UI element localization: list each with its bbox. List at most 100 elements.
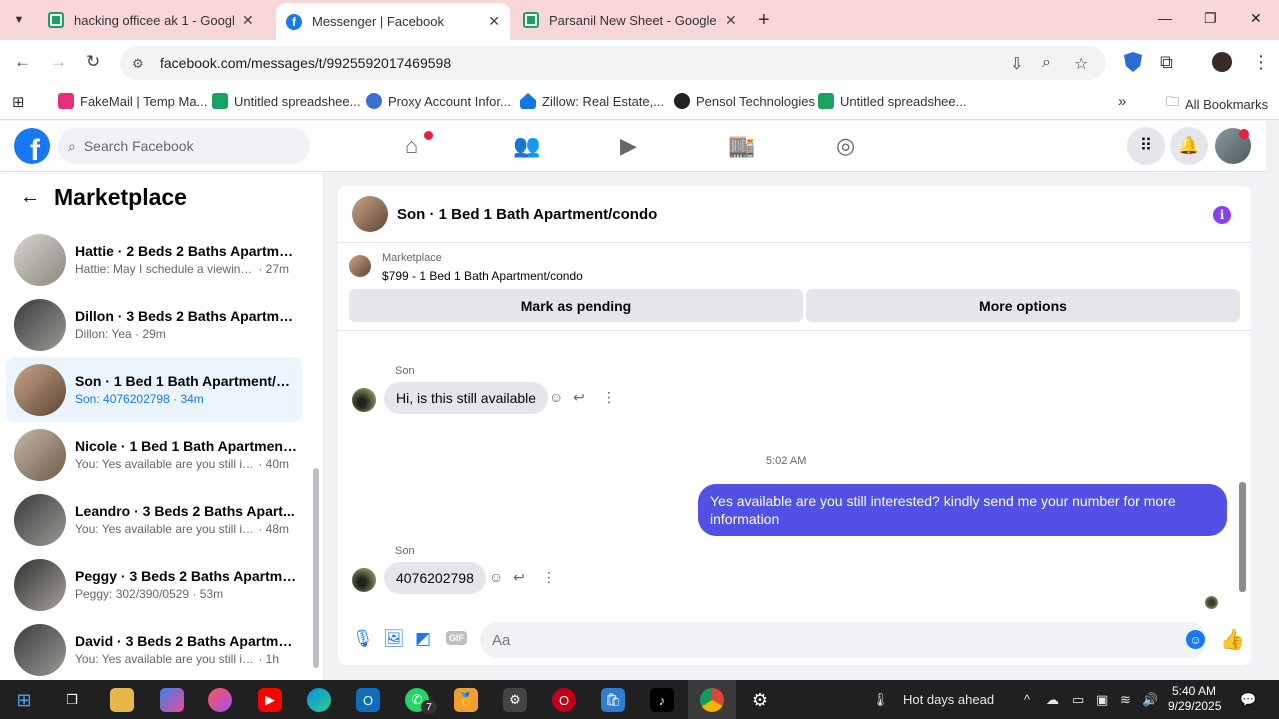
copilot-icon[interactable] — [160, 688, 184, 712]
conversation-item-active[interactable]: Son · 1 Bed 1 Bath Apartment/co... Son: … — [6, 357, 302, 422]
close-tab-icon[interactable]: ✕ — [725, 12, 737, 29]
tiktok-icon[interactable]: ♪ — [650, 688, 674, 712]
monitor-icon[interactable]: ▣ — [1096, 692, 1108, 708]
conversation-item[interactable]: David · 3 Beds 2 Baths Apartme... You: Y… — [6, 617, 302, 680]
store-icon[interactable]: 🛍 — [601, 688, 625, 712]
app-icon[interactable]: 🏅 — [454, 688, 478, 712]
back-arrow-icon[interactable]: ← — [20, 186, 40, 209]
page-scrollbar[interactable] — [1266, 121, 1279, 680]
listing-avatar[interactable] — [352, 196, 388, 232]
microphone-icon[interactable]: 🎙 — [352, 629, 374, 649]
photo-attach-icon[interactable]: 🖼 — [383, 629, 405, 649]
settings-gear-icon[interactable]: ⚙ — [748, 688, 772, 712]
info-icon[interactable]: i — [1213, 206, 1231, 224]
opera-icon[interactable]: O — [552, 688, 576, 712]
profile-avatar[interactable] — [1212, 52, 1232, 72]
conversation-item[interactable]: Peggy · 3 Beds 2 Baths Apartme... Peggy:… — [6, 552, 302, 617]
close-window-icon[interactable]: ✕ — [1250, 10, 1262, 27]
close-tab-icon[interactable]: ✕ — [488, 13, 500, 30]
install-app-icon[interactable]: ⇩ — [1010, 54, 1023, 74]
react-emoji-icon[interactable]: ☺ — [549, 389, 563, 405]
menu-grid-icon[interactable]: ⠿ — [1127, 127, 1165, 165]
back-arrow-icon[interactable]: ← — [14, 52, 31, 72]
more-options-button[interactable]: More options — [806, 289, 1240, 322]
bookmark-star-icon[interactable]: ☆ — [1074, 54, 1088, 74]
close-tab-icon[interactable]: ✕ — [242, 12, 254, 29]
site-settings-icon[interactable]: ⚙ — [132, 56, 148, 71]
notification-center-icon[interactable]: 💬 — [1240, 692, 1256, 708]
onedrive-cloud-icon[interactable]: ☁ — [1046, 692, 1059, 708]
groups-icon[interactable]: ◎ — [836, 133, 855, 159]
app-icon[interactable] — [208, 688, 232, 712]
mark-as-pending-button[interactable]: Mark as pending — [349, 289, 803, 322]
emoji-icon[interactable]: ☺ — [1186, 630, 1205, 649]
outlook-icon[interactable]: O — [356, 688, 380, 712]
menu-kebab-icon[interactable]: ⋮ — [1252, 52, 1270, 73]
tab-sheet-1[interactable]: hacking officee ak 1 - Google Sh ✕ — [38, 0, 264, 40]
sticker-icon[interactable]: ◩ — [415, 629, 431, 649]
react-emoji-icon[interactable]: ☺ — [489, 569, 503, 585]
address-bar[interactable]: ⚙ facebook.com/messages/t/99255920174695… — [120, 46, 1106, 80]
more-kebab-icon[interactable]: ⋮ — [542, 569, 556, 586]
apps-grid-icon[interactable]: ⊞ — [12, 93, 25, 111]
tab-search-chevron-icon[interactable]: ▼ — [8, 9, 30, 31]
conversation-item[interactable]: Hattie · 2 Beds 2 Baths Apartme... Hatti… — [6, 227, 302, 292]
brave-shield-icon[interactable] — [1124, 52, 1142, 72]
forward-arrow-icon[interactable]: → — [50, 52, 67, 72]
thumbs-up-icon[interactable]: 👍 — [1220, 627, 1245, 652]
bookmark-proxy[interactable]: Proxy Account Infor... — [366, 93, 511, 109]
youtube-icon[interactable]: ▶ — [258, 688, 282, 712]
facebook-header: f ⌕ Search Facebook ⌂ 👥 ▶ 🏬 ◎ ⠿ 🔔 — [0, 121, 1266, 172]
notifications-bell-icon[interactable]: 🔔 — [1170, 127, 1208, 165]
message-input[interactable] — [480, 622, 1207, 658]
file-explorer-icon[interactable] — [110, 688, 134, 712]
bookmark-fakemail[interactable]: FakeMail | Temp Ma... — [58, 93, 207, 109]
sender-avatar[interactable] — [352, 568, 376, 592]
reload-icon[interactable]: ↻ — [86, 52, 100, 72]
reply-icon[interactable]: ↩ — [513, 569, 525, 586]
speaker-icon[interactable]: 🔊 — [1142, 692, 1158, 708]
task-view-icon[interactable]: ❒ — [60, 688, 84, 712]
more-bookmarks-chevron-icon[interactable]: » — [1118, 93, 1126, 110]
battery-icon[interactable]: ▭ — [1072, 692, 1084, 708]
more-kebab-icon[interactable]: ⋮ — [602, 389, 616, 406]
system-clock[interactable]: 5:40 AM 9/29/2025 — [1168, 684, 1221, 714]
marketplace-store-icon[interactable]: 🏬 — [728, 133, 755, 159]
bookmark-zillow[interactable]: Zillow: Real Estate,... — [520, 93, 664, 109]
bookmark-spreadsheet-1[interactable]: Untitled spreadshee... — [212, 93, 360, 109]
zillow-icon — [520, 93, 536, 109]
friends-icon[interactable]: 👥 — [513, 133, 540, 159]
app-icon[interactable]: ⚙ — [503, 688, 527, 712]
chat-header: Son · 1 Bed 1 Bath Apartment/condo i — [338, 186, 1251, 243]
search-facebook-field[interactable]: ⌕ Search Facebook — [58, 128, 310, 164]
tray-chevron-up-icon[interactable]: ^ — [1024, 692, 1030, 707]
minimize-icon[interactable]: — — [1158, 10, 1172, 26]
gif-icon[interactable]: GIF — [446, 631, 467, 645]
home-icon[interactable]: ⌂ — [405, 133, 418, 159]
bookmark-pensol[interactable]: Pensol Technologies — [674, 93, 815, 109]
sender-avatar[interactable] — [352, 388, 376, 412]
chrome-icon[interactable] — [700, 688, 724, 712]
conversation-item[interactable]: Nicole · 1 Bed 1 Bath Apartment... You: … — [6, 422, 302, 487]
weather-text[interactable]: Hot days ahead — [903, 692, 994, 707]
bookmark-spreadsheet-2[interactable]: Untitled spreadshee... — [818, 93, 966, 109]
all-bookmarks[interactable]: 🗀 All Bookmarks — [1166, 93, 1268, 115]
watch-video-icon[interactable]: ▶ — [620, 133, 637, 159]
restore-icon[interactable]: ❐ — [1204, 10, 1217, 27]
chat-scrollbar[interactable] — [1239, 482, 1246, 592]
weather-icon[interactable]: 🌡 — [872, 692, 889, 708]
new-tab-icon[interactable]: + — [758, 9, 770, 32]
extensions-icon[interactable]: ⧉ — [1160, 52, 1173, 73]
conversation-list-scrollbar[interactable] — [313, 468, 319, 668]
conversation-item[interactable]: Leandro · 3 Beds 2 Baths Apart... You: Y… — [6, 487, 302, 552]
wifi-icon[interactable]: ≋ — [1120, 692, 1131, 708]
reply-icon[interactable]: ↩ — [573, 389, 585, 406]
tab-messenger[interactable]: f Messenger | Facebook ✕ — [276, 3, 510, 40]
edge-icon[interactable] — [307, 688, 331, 712]
facebook-logo-icon[interactable]: f — [14, 128, 50, 164]
bookmarks-bar: ⊞ FakeMail | Temp Ma... Untitled spreads… — [0, 86, 1279, 120]
conversation-item[interactable]: Dillon · 3 Beds 2 Baths Apartme... Dillo… — [6, 292, 302, 357]
tab-sheet-2[interactable]: Parsanil New Sheet - Google Sh ✕ — [513, 0, 747, 40]
windows-start-icon[interactable]: ⊞ — [12, 688, 36, 712]
zoom-icon[interactable]: ⌕ — [1042, 54, 1051, 72]
